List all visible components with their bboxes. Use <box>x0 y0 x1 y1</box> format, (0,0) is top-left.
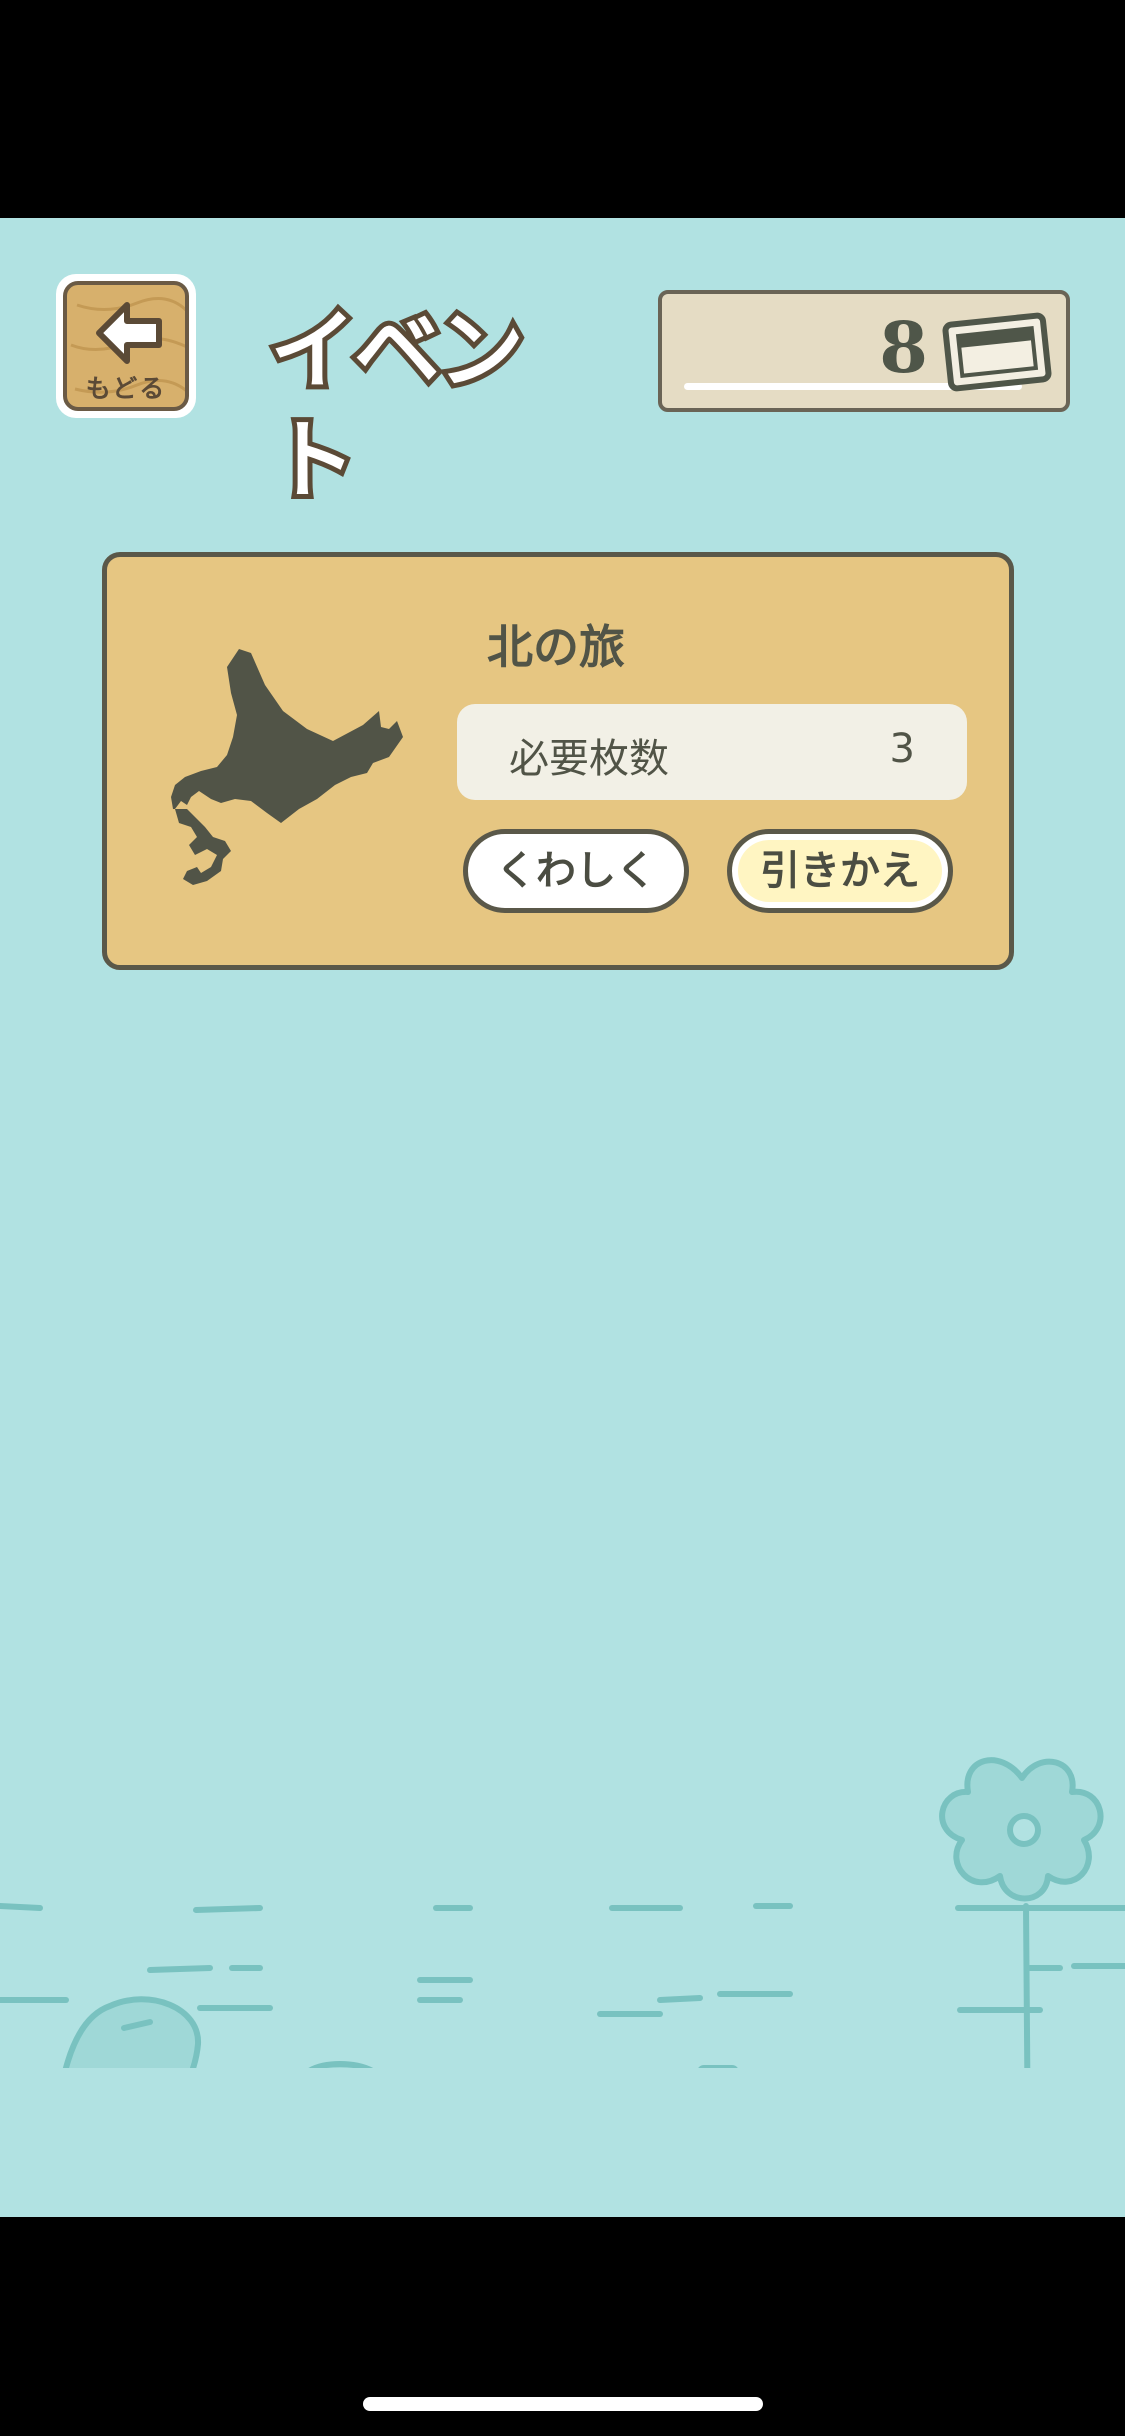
ticket-counter: 8 <box>658 290 1070 412</box>
details-button[interactable]: くわしく <box>463 829 689 913</box>
event-card: 北の旅 必要枚数 3 くわしく 引きかえ <box>102 552 1014 970</box>
back-arrow-icon <box>96 302 162 364</box>
event-title: 北の旅 <box>487 620 625 674</box>
back-button[interactable]: もどる <box>56 274 196 418</box>
home-indicator[interactable] <box>363 2397 763 2411</box>
ticket-icon <box>942 312 1052 392</box>
requirement-row: 必要枚数 3 <box>457 704 967 800</box>
back-button-label: もどる <box>85 374 167 403</box>
ticket-count: 8 <box>879 306 928 389</box>
page-title: イベント <box>265 296 529 516</box>
exchange-button[interactable]: 引きかえ <box>727 829 953 913</box>
requirement-value: 3 <box>889 726 915 772</box>
back-button-face: もどる <box>63 281 189 411</box>
requirement-label: 必要枚数 <box>509 736 669 782</box>
hokkaido-map-icon <box>171 649 403 885</box>
event-screen: もどる イベント 8 北の旅 必要枚数 3 くわしく 引きかえ <box>0 218 1125 2217</box>
ground-scene-illustration <box>0 1757 1125 2068</box>
